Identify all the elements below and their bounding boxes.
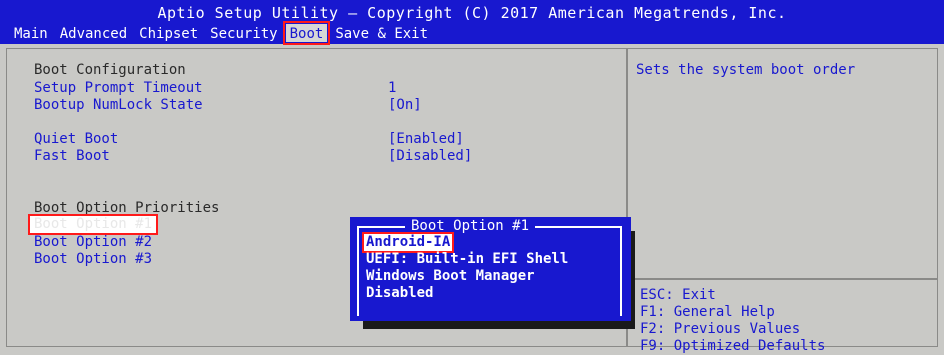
help-divider: [628, 278, 938, 280]
title-bar: Aptio Setup Utility – Copyright (C) 2017…: [0, 0, 944, 45]
fast-boot-value[interactable]: [Disabled]: [388, 148, 472, 165]
boot-option-2[interactable]: Boot Option #2: [34, 234, 152, 251]
tab-chipset[interactable]: Chipset: [135, 24, 202, 42]
boot-option-1[interactable]: Boot Option #1: [27, 214, 159, 235]
tab-main[interactable]: Main: [10, 24, 52, 42]
help-key-f1: F1: General Help: [640, 304, 775, 320]
tab-save-exit[interactable]: Save & Exit: [331, 24, 432, 42]
app-title: Aptio Setup Utility – Copyright (C) 2017…: [157, 4, 787, 22]
setup-prompt-timeout-label[interactable]: Setup Prompt Timeout: [34, 80, 203, 97]
tab-boot[interactable]: Boot: [282, 21, 331, 45]
bootup-numlock-value[interactable]: [On]: [388, 97, 422, 114]
popup-item-android-ia[interactable]: Android-IA: [361, 232, 455, 253]
tab-security[interactable]: Security: [206, 24, 281, 42]
quiet-boot-label[interactable]: Quiet Boot: [34, 131, 118, 148]
popup-title: Boot Option #1: [405, 218, 536, 234]
quiet-boot-value[interactable]: [Enabled]: [388, 131, 464, 148]
section-title-boot-configuration: Boot Configuration: [34, 62, 186, 78]
boot-option-3[interactable]: Boot Option #3: [34, 251, 152, 268]
popup-item-windows-boot-manager[interactable]: Windows Boot Manager: [366, 268, 535, 285]
bootup-numlock-label[interactable]: Bootup NumLock State: [34, 97, 203, 114]
boot-option-popup: Boot Option #1 Android-IA UEFI: Built-in…: [350, 217, 631, 321]
help-key-esc: ESC: Exit: [640, 287, 716, 303]
setup-prompt-timeout-value[interactable]: 1: [388, 80, 396, 97]
menu-bar: Main Advanced Chipset Security Boot Save…: [10, 21, 436, 45]
help-description: Sets the system boot order: [636, 62, 856, 78]
tab-advanced[interactable]: Advanced: [56, 24, 131, 42]
help-key-f2: F2: Previous Values: [640, 321, 801, 337]
section-title-boot-priorities: Boot Option Priorities: [34, 200, 220, 216]
fast-boot-label[interactable]: Fast Boot: [34, 148, 110, 165]
popup-item-disabled[interactable]: Disabled: [366, 285, 433, 302]
popup-item-uefi-shell[interactable]: UEFI: Built-in EFI Shell: [366, 251, 568, 268]
